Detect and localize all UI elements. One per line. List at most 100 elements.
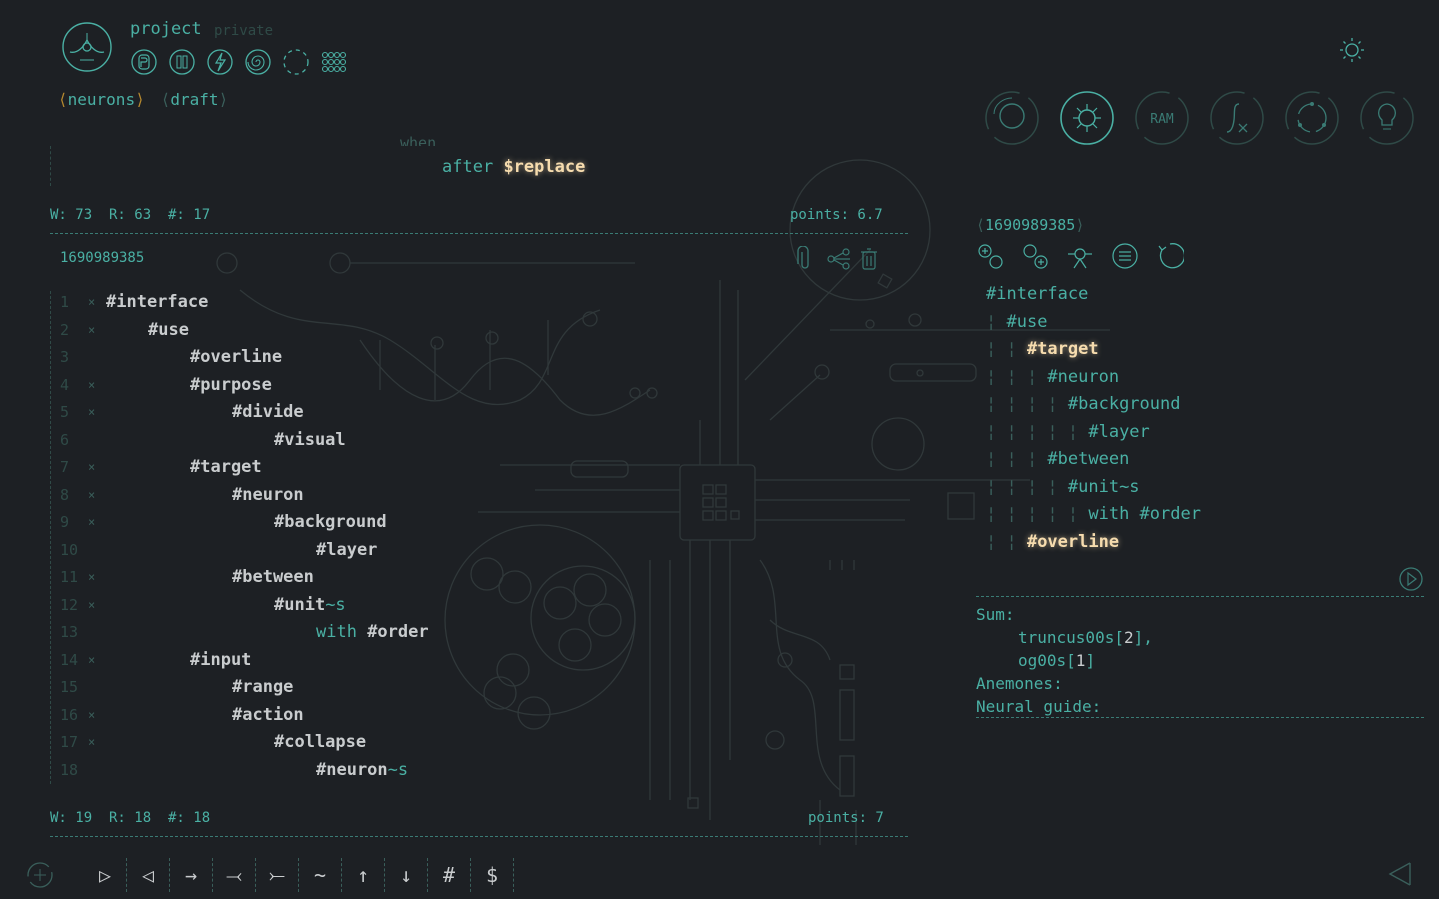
replace-variable[interactable]: $replace: [503, 157, 585, 177]
trash-icon[interactable]: [858, 246, 880, 272]
toolbar-dollar-button[interactable]: $: [471, 858, 514, 892]
tree-node[interactable]: ¦ ¦ ¦ ¦ ¦ #layer: [986, 419, 1201, 447]
remove-line-icon[interactable]: ×: [88, 482, 95, 510]
refresh-icon[interactable]: [1156, 242, 1186, 270]
cycle-icon[interactable]: [1284, 90, 1340, 146]
project-logo-icon[interactable]: [60, 20, 114, 74]
code-tag[interactable]: #divide: [232, 402, 304, 422]
tree-node-label[interactable]: #unit~s: [1068, 477, 1140, 497]
bulb-icon[interactable]: [1359, 90, 1415, 146]
code-tag[interactable]: #order: [367, 622, 428, 642]
branch-icon[interactable]: [1066, 242, 1094, 270]
toolbar-arrow-right-button[interactable]: →: [170, 858, 213, 892]
tree-node-label[interactable]: #interface: [986, 284, 1088, 304]
tree-node-label[interactable]: #neuron: [1047, 367, 1119, 387]
code-tag[interactable]: #neuron: [316, 760, 388, 780]
remove-line-icon[interactable]: ×: [88, 317, 95, 345]
tree-node-label[interactable]: #use: [1006, 312, 1047, 332]
tree-node[interactable]: ¦ ¦ #target: [986, 336, 1201, 364]
sum-item-truncus: truncus00s[2],: [976, 626, 1153, 649]
tree-node[interactable]: ¦ ¦ ¦ #between: [986, 446, 1201, 474]
remove-line-icon[interactable]: ×: [88, 647, 95, 675]
bolt-circle-icon[interactable]: [206, 48, 234, 76]
code-tag[interactable]: #range: [232, 677, 293, 697]
tree-node-label[interactable]: #target: [1027, 339, 1099, 359]
code-tag[interactable]: #layer: [316, 540, 377, 560]
toolbar-back-button[interactable]: ◁: [127, 858, 170, 892]
paperclip-icon[interactable]: [794, 245, 816, 272]
code-text: #range: [232, 674, 293, 702]
add-node-icon[interactable]: [976, 242, 1004, 270]
function-icon[interactable]: [1209, 90, 1265, 146]
top-editor-points: points: 6.7: [790, 207, 883, 223]
code-tag[interactable]: #neuron: [232, 485, 304, 505]
remove-line-icon[interactable]: ×: [88, 509, 95, 537]
code-tag[interactable]: #collapse: [274, 732, 366, 752]
remove-line-icon[interactable]: ×: [88, 454, 95, 482]
code-tag[interactable]: #unit: [274, 595, 325, 615]
tree-node[interactable]: ¦ #use: [986, 309, 1201, 337]
neuron-icon[interactable]: [1059, 90, 1115, 146]
right-panel-id[interactable]: ⟨1690989385⟩: [976, 216, 1084, 234]
code-tag[interactable]: #between: [232, 567, 314, 587]
tree-node[interactable]: ¦ ¦ ¦ #neuron: [986, 364, 1201, 392]
breadcrumb-neurons[interactable]: ⟨neurons⟩: [58, 90, 145, 109]
code-tag[interactable]: #action: [232, 705, 304, 725]
remove-line-icon[interactable]: ×: [88, 564, 95, 592]
code-tag[interactable]: #overline: [190, 347, 282, 367]
remove-line-icon[interactable]: ×: [88, 729, 95, 757]
toolbar-tilde-button[interactable]: ~: [299, 858, 342, 892]
grid-dots-icon[interactable]: [320, 48, 348, 76]
r-circle-icon[interactable]: [130, 48, 158, 76]
toolbar-merge-right-button[interactable]: ⤚: [256, 858, 299, 892]
code-tag[interactable]: #interface: [106, 292, 208, 312]
remove-line-icon[interactable]: ×: [88, 372, 95, 400]
toolbar-play-button[interactable]: ▷: [84, 858, 127, 892]
code-tag[interactable]: #input: [190, 650, 251, 670]
tree-node[interactable]: ¦ ¦ ¦ ¦ ¦ with #order: [986, 501, 1201, 529]
remove-line-icon[interactable]: ×: [88, 289, 95, 317]
remove-line-icon[interactable]: ×: [88, 592, 95, 620]
editor-id[interactable]: 1690989385: [60, 250, 144, 266]
code-tag[interactable]: #use: [148, 320, 189, 340]
tree-node[interactable]: #interface: [986, 281, 1201, 309]
add-child-icon[interactable]: [1021, 242, 1049, 270]
code-text: #neuron~s: [316, 757, 408, 785]
sun-icon[interactable]: [1338, 36, 1366, 64]
tree-node-label[interactable]: #layer: [1088, 422, 1149, 442]
pause-circle-icon[interactable]: [168, 48, 196, 76]
share-icon[interactable]: [826, 246, 850, 272]
remove-line-icon[interactable]: ×: [88, 399, 95, 427]
code-tag[interactable]: #target: [190, 457, 262, 477]
project-title[interactable]: project: [130, 19, 202, 39]
tree-node[interactable]: ¦ ¦ ¦ ¦ #background: [986, 391, 1201, 419]
toolbar-up-button[interactable]: ↑: [342, 858, 385, 892]
toolbar-merge-left-button[interactable]: ⤙: [213, 858, 256, 892]
search-icon[interactable]: [984, 90, 1040, 146]
dashed-circle-icon[interactable]: [282, 48, 310, 76]
ram-icon[interactable]: RAM: [1134, 90, 1190, 146]
code-text: #divide: [232, 399, 304, 427]
tree-node[interactable]: ¦ ¦ ¦ ¦ #unit~s: [986, 474, 1201, 502]
code-tag[interactable]: #background: [274, 512, 387, 532]
toolbar-down-button[interactable]: ↓: [385, 858, 428, 892]
list-icon[interactable]: [1111, 242, 1139, 270]
play-circle-icon[interactable]: [1398, 566, 1424, 592]
code-tag[interactable]: #visual: [274, 430, 346, 450]
remove-line-icon[interactable]: ×: [88, 702, 95, 730]
toolbar-hash-button[interactable]: #: [428, 858, 471, 892]
code-text: #neuron: [232, 482, 304, 510]
line-number: 2: [60, 320, 70, 339]
tree-node-label[interactable]: #between: [1047, 449, 1129, 469]
editor-gutter: [50, 291, 51, 784]
tree-node-label[interactable]: #overline: [1027, 532, 1119, 552]
code-tag[interactable]: #purpose: [190, 375, 272, 395]
add-circle-icon[interactable]: [20, 858, 60, 892]
breadcrumb-draft[interactable]: ⟨draft⟩: [161, 90, 228, 109]
code-text: #interface: [106, 289, 208, 317]
tree-node[interactable]: ¦ ¦ #overline: [986, 529, 1201, 557]
spiral-icon[interactable]: [244, 48, 272, 76]
back-triangle-icon[interactable]: [1386, 860, 1414, 888]
tree-node-label[interactable]: with #order: [1088, 504, 1201, 524]
tree-node-label[interactable]: #background: [1068, 394, 1181, 414]
